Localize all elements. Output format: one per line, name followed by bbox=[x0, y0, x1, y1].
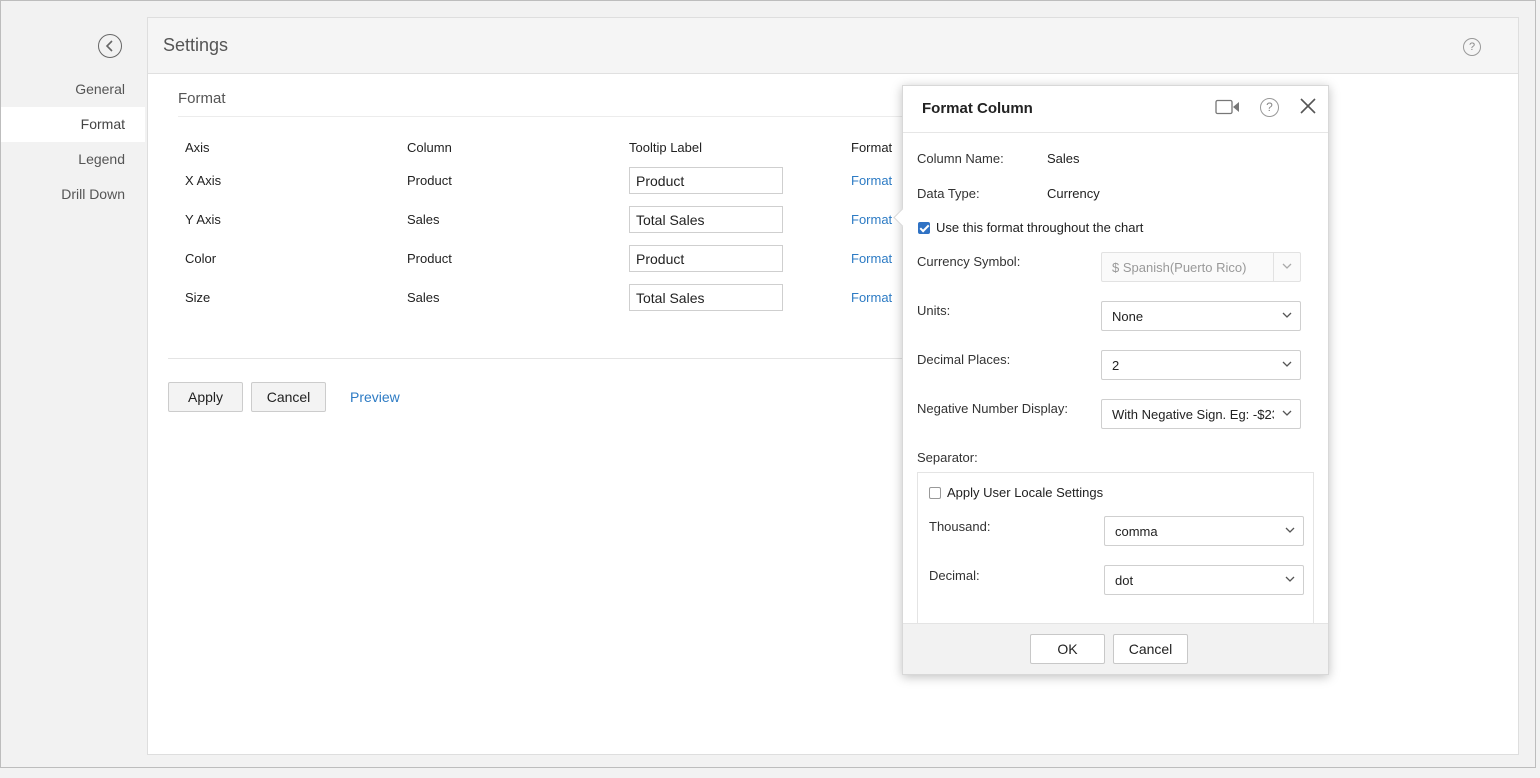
dialog-title: Format Column bbox=[922, 100, 1033, 117]
help-icon[interactable]: ? bbox=[1260, 98, 1279, 117]
tooltip-label-input[interactable] bbox=[629, 245, 783, 272]
chevron-down-icon bbox=[1282, 312, 1292, 318]
units-label: Units: bbox=[917, 303, 951, 318]
back-button[interactable] bbox=[98, 34, 122, 58]
data-type-value: Currency bbox=[1047, 186, 1100, 201]
video-icon[interactable] bbox=[1215, 99, 1240, 115]
use-format-label: Use this format throughout the chart bbox=[936, 220, 1144, 235]
column-header-axis: Axis bbox=[185, 140, 210, 155]
row-column: Sales bbox=[407, 212, 440, 227]
row-axis: Size bbox=[185, 290, 211, 305]
ok-button[interactable]: OK bbox=[1030, 634, 1105, 664]
negative-number-label: Negative Number Display: bbox=[917, 401, 1069, 416]
format-link[interactable]: Format bbox=[851, 251, 892, 266]
row-column: Sales bbox=[407, 290, 440, 305]
currency-symbol-label: Currency Symbol: bbox=[917, 254, 1021, 269]
chevron-down-icon bbox=[1282, 410, 1292, 416]
nav-item-legend[interactable]: Legend bbox=[1, 142, 145, 177]
format-column-dialog: Format Column ? Column Name: Sales Data … bbox=[893, 85, 1329, 675]
thousand-label: Thousand: bbox=[929, 519, 991, 534]
column-name-label: Column Name: bbox=[917, 151, 1004, 166]
tooltip-label-input[interactable] bbox=[629, 206, 783, 233]
column-header-format: Format bbox=[851, 140, 893, 155]
panel-header: Settings ? bbox=[148, 18, 1518, 74]
chevron-down-icon bbox=[1282, 361, 1292, 367]
nav-item-format[interactable]: Format bbox=[1, 107, 145, 142]
decimal-places-select[interactable]: 2 bbox=[1101, 350, 1301, 380]
chevron-down-icon bbox=[1282, 263, 1292, 269]
help-icon[interactable]: ? bbox=[1463, 38, 1481, 56]
separator-label: Separator: bbox=[917, 450, 978, 465]
row-axis: Y Axis bbox=[185, 212, 221, 227]
select-separator bbox=[1273, 253, 1274, 281]
format-link[interactable]: Format bbox=[851, 212, 892, 227]
divider bbox=[178, 116, 908, 117]
units-select[interactable]: None bbox=[1101, 301, 1301, 331]
settings-nav: General Format Legend Drill Down bbox=[1, 72, 145, 212]
dialog-cancel-button[interactable]: Cancel bbox=[1113, 634, 1188, 664]
row-column: Product bbox=[407, 251, 452, 266]
units-value: None bbox=[1112, 309, 1144, 324]
thousand-value: comma bbox=[1115, 524, 1158, 539]
decimal-places-value: 2 bbox=[1112, 358, 1120, 373]
row-column: Product bbox=[407, 173, 452, 188]
dialog-footer: OK Cancel bbox=[903, 623, 1328, 674]
column-header-column: Column bbox=[407, 140, 452, 155]
divider bbox=[168, 358, 908, 359]
divider bbox=[903, 132, 1328, 133]
separator-group: Apply User Locale Settings Thousand: com… bbox=[917, 472, 1314, 625]
tooltip-label-input[interactable] bbox=[629, 284, 783, 311]
decimal-places-label: Decimal Places: bbox=[917, 352, 1011, 367]
decimal-value: dot bbox=[1115, 573, 1134, 588]
row-axis: X Axis bbox=[185, 173, 222, 188]
nav-item-drill-down[interactable]: Drill Down bbox=[1, 177, 145, 212]
chevron-left-icon bbox=[105, 40, 113, 52]
decimal-label: Decimal: bbox=[929, 568, 980, 583]
currency-symbol-select[interactable]: $ Spanish(Puerto Rico) bbox=[1101, 252, 1301, 282]
chevron-down-icon bbox=[1285, 576, 1295, 582]
tooltip-label-input[interactable] bbox=[629, 167, 783, 194]
negative-number-value: With Negative Sign. Eg: -$23 bbox=[1112, 407, 1274, 422]
page-title: Settings bbox=[163, 35, 229, 55]
preview-link[interactable]: Preview bbox=[350, 389, 400, 405]
format-link[interactable]: Format bbox=[851, 290, 892, 305]
use-format-checkbox[interactable] bbox=[918, 222, 930, 234]
locale-settings-label: Apply User Locale Settings bbox=[947, 485, 1104, 500]
cancel-button[interactable]: Cancel bbox=[251, 382, 326, 412]
column-header-tooltip-label: Tooltip Label bbox=[629, 140, 702, 155]
currency-symbol-value: $ Spanish(Puerto Rico) bbox=[1112, 260, 1247, 275]
negative-number-select[interactable]: With Negative Sign. Eg: -$23 bbox=[1101, 399, 1301, 429]
apply-button[interactable]: Apply bbox=[168, 382, 243, 412]
app-window: General Format Legend Drill Down Setting… bbox=[0, 0, 1536, 768]
row-axis: Color bbox=[185, 251, 217, 266]
section-title: Format bbox=[178, 90, 226, 107]
format-link[interactable]: Format bbox=[851, 173, 892, 188]
decimal-select[interactable]: dot bbox=[1104, 565, 1304, 595]
chevron-down-icon bbox=[1285, 527, 1295, 533]
thousand-select[interactable]: comma bbox=[1104, 516, 1304, 546]
nav-item-general[interactable]: General bbox=[1, 72, 145, 107]
locale-settings-checkbox[interactable] bbox=[929, 487, 941, 499]
data-type-label: Data Type: bbox=[917, 186, 980, 201]
close-icon[interactable] bbox=[1300, 98, 1316, 114]
column-name-value: Sales bbox=[1047, 151, 1080, 166]
